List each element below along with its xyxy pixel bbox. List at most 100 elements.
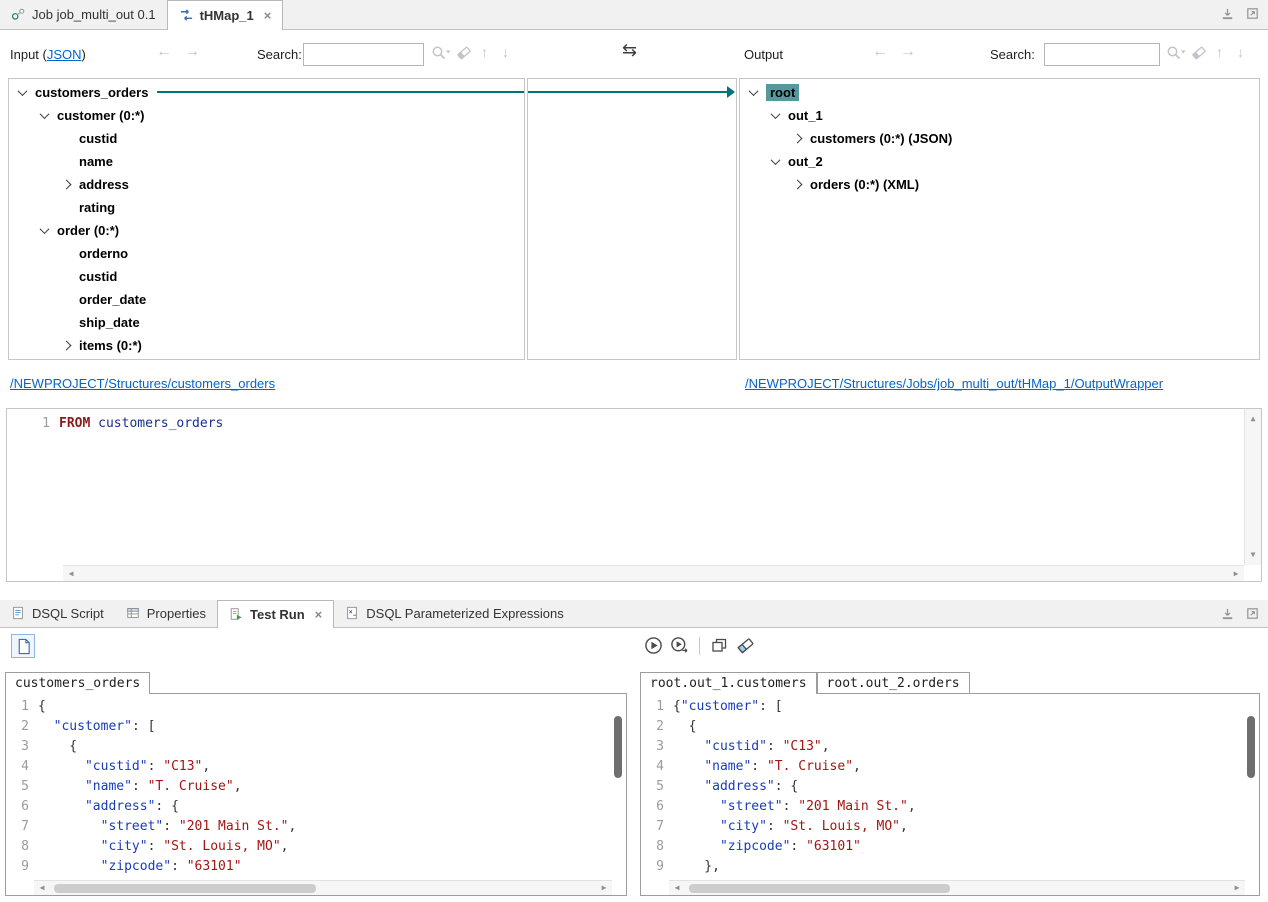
next-match-icon[interactable]: ↓ bbox=[1237, 44, 1244, 60]
code-text: "address": { bbox=[38, 799, 179, 814]
clear-search-icon[interactable] bbox=[456, 45, 472, 61]
search-icon[interactable] bbox=[1166, 45, 1187, 61]
tree-item[interactable]: orderno bbox=[9, 242, 524, 265]
input-panel-title: Input (JSON) bbox=[10, 47, 86, 62]
previous-match-icon[interactable]: ↑ bbox=[481, 44, 488, 60]
scroll-right-icon[interactable]: ▶ bbox=[596, 880, 612, 896]
scroll-left-icon[interactable]: ◀ bbox=[669, 880, 685, 896]
horizontal-scrollbar[interactable]: ◀ ▶ bbox=[669, 880, 1245, 895]
scroll-down-icon[interactable]: ▼ bbox=[1245, 547, 1261, 563]
chevron-collapsed-icon[interactable] bbox=[793, 134, 803, 144]
next-match-icon[interactable]: ↓ bbox=[502, 44, 509, 60]
tree-item[interactable]: custid bbox=[9, 265, 524, 288]
minimize-icon[interactable] bbox=[1220, 606, 1235, 621]
output-panel-title: Output bbox=[744, 47, 783, 62]
output-structure-tree: rootout_1customers (0:*) (JSON)out_2orde… bbox=[740, 79, 1259, 196]
tree-item[interactable]: root bbox=[740, 81, 1259, 104]
maximize-icon[interactable] bbox=[1245, 606, 1260, 621]
scroll-left-icon[interactable]: ◀ bbox=[63, 566, 79, 582]
chevron-expanded-icon[interactable] bbox=[40, 109, 50, 119]
horizontal-scrollbar-thumb[interactable] bbox=[54, 884, 316, 893]
previous-match-icon[interactable]: ↑ bbox=[1216, 44, 1223, 60]
tree-item[interactable]: rating bbox=[9, 196, 524, 219]
line-number: 7 bbox=[641, 819, 673, 834]
close-tab-icon[interactable]: × bbox=[315, 607, 323, 622]
tree-item[interactable]: items (0:*) bbox=[9, 334, 524, 357]
run-configuration-button[interactable] bbox=[670, 636, 689, 655]
search-icon[interactable] bbox=[431, 45, 452, 61]
tree-item[interactable]: custid bbox=[9, 127, 524, 150]
new-file-button[interactable] bbox=[11, 634, 35, 658]
horizontal-scrollbar[interactable]: ◀ ▶ bbox=[63, 565, 1244, 581]
line-number: 8 bbox=[641, 839, 673, 854]
tree-item[interactable]: orders (0:*) (XML) bbox=[740, 173, 1259, 196]
nav-forward-icon[interactable]: → bbox=[184, 43, 200, 61]
output-tree-panel[interactable]: rootout_1customers (0:*) (JSON)out_2orde… bbox=[739, 78, 1260, 360]
maximize-icon[interactable] bbox=[1245, 6, 1260, 21]
output-structure-link[interactable]: /NEWPROJECT/Structures/Jobs/job_multi_ou… bbox=[745, 376, 1163, 391]
tree-item[interactable]: out_2 bbox=[740, 150, 1259, 173]
duplicate-view-button[interactable] bbox=[710, 636, 729, 655]
vertical-scrollbar[interactable]: ▲ ▼ bbox=[1244, 409, 1261, 565]
tab-customers-orders-data[interactable]: customers_orders bbox=[5, 672, 150, 694]
minimize-icon[interactable] bbox=[1220, 6, 1235, 21]
swap-panels-icon[interactable]: ⇆ bbox=[622, 40, 637, 61]
clear-search-icon[interactable] bbox=[1191, 45, 1207, 61]
output-json-viewer[interactable]: 1{"customer": [2 {3 "custid": "C13",4 "n… bbox=[640, 693, 1260, 896]
input-structure-link[interactable]: /NEWPROJECT/Structures/customers_orders bbox=[10, 376, 275, 391]
tree-item[interactable]: customer (0:*) bbox=[9, 104, 524, 127]
nav-forward-icon[interactable]: → bbox=[900, 43, 916, 61]
tab-test-run[interactable]: Test Run × bbox=[217, 600, 334, 628]
code-line: 6 "address": { bbox=[6, 796, 626, 816]
input-search-field[interactable] bbox=[303, 43, 424, 66]
scroll-left-icon[interactable]: ◀ bbox=[34, 880, 50, 896]
search-label: Search: bbox=[990, 47, 1035, 62]
scroll-right-icon[interactable]: ▶ bbox=[1229, 880, 1245, 896]
clear-results-button[interactable] bbox=[736, 636, 755, 655]
nav-back-icon[interactable]: ← bbox=[872, 43, 888, 61]
line-number: 3 bbox=[641, 739, 673, 754]
code-line: 1FROM customers_orders bbox=[7, 413, 1261, 433]
close-tab-icon[interactable]: × bbox=[264, 8, 272, 23]
input-json-viewer[interactable]: 1{2 "customer": [3 {4 "custid": "C13",5 … bbox=[5, 693, 627, 896]
tab-thmap[interactable]: tHMap_1 × bbox=[167, 0, 284, 30]
tree-item[interactable]: ship_date bbox=[9, 311, 524, 334]
chevron-collapsed-icon[interactable] bbox=[793, 180, 803, 190]
mapping-canvas[interactable] bbox=[527, 78, 737, 360]
horizontal-scrollbar[interactable]: ◀ ▶ bbox=[34, 880, 612, 895]
tab-properties[interactable]: Properties bbox=[115, 600, 217, 627]
line-number: 1 bbox=[641, 699, 673, 714]
chevron-expanded-icon[interactable] bbox=[18, 86, 28, 96]
chevron-collapsed-icon[interactable] bbox=[62, 341, 72, 351]
tab-dsql-script[interactable]: DSQL Script bbox=[0, 600, 115, 627]
run-button[interactable] bbox=[644, 636, 663, 655]
tab-root-out1-customers[interactable]: root.out_1.customers bbox=[640, 672, 817, 694]
tab-label: Job job_multi_out 0.1 bbox=[32, 7, 156, 22]
chevron-expanded-icon[interactable] bbox=[771, 109, 781, 119]
tree-item[interactable]: out_1 bbox=[740, 104, 1259, 127]
tab-root-out2-orders[interactable]: root.out_2.orders bbox=[817, 672, 970, 693]
tab-job-designer[interactable]: Job job_multi_out 0.1 bbox=[0, 0, 167, 29]
nav-back-icon[interactable]: ← bbox=[156, 43, 172, 61]
chevron-collapsed-icon[interactable] bbox=[62, 180, 72, 190]
output-search-field[interactable] bbox=[1044, 43, 1160, 66]
line-number: 5 bbox=[6, 779, 38, 794]
tree-item[interactable]: customers (0:*) (JSON) bbox=[740, 127, 1259, 150]
chevron-expanded-icon[interactable] bbox=[771, 155, 781, 165]
vertical-scrollbar-thumb[interactable] bbox=[1247, 716, 1255, 778]
vertical-scrollbar-thumb[interactable] bbox=[614, 716, 622, 778]
input-tree-panel[interactable]: customers_orderscustomer (0:*)custidname… bbox=[8, 78, 525, 360]
tree-item[interactable]: name bbox=[9, 150, 524, 173]
tree-item[interactable]: address bbox=[9, 173, 524, 196]
line-number: 6 bbox=[641, 799, 673, 814]
dsql-script-editor[interactable]: 1FROM customers_orders ▲ ▼ ◀ ▶ bbox=[6, 408, 1262, 582]
tree-item[interactable]: order_date bbox=[9, 288, 524, 311]
scroll-right-icon[interactable]: ▶ bbox=[1228, 566, 1244, 582]
tab-dsql-parameterized-expressions[interactable]: DSQL Parameterized Expressions bbox=[334, 600, 575, 627]
input-format-link[interactable]: JSON bbox=[47, 47, 82, 62]
chevron-expanded-icon[interactable] bbox=[40, 224, 50, 234]
horizontal-scrollbar-thumb[interactable] bbox=[689, 884, 950, 893]
chevron-expanded-icon[interactable] bbox=[749, 86, 759, 96]
scroll-up-icon[interactable]: ▲ bbox=[1245, 411, 1261, 427]
tree-item[interactable]: order (0:*) bbox=[9, 219, 524, 242]
